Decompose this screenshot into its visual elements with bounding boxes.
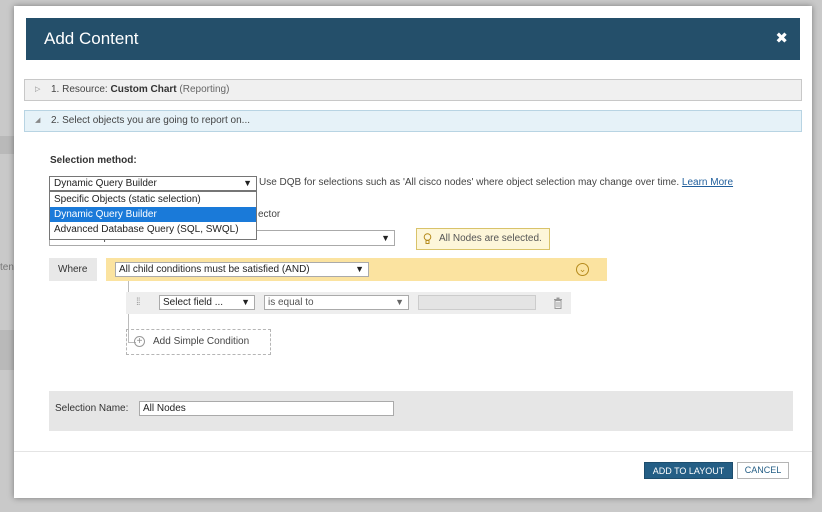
add-simple-condition-button[interactable]: + Add Simple Condition (126, 329, 271, 355)
where-label: Where (49, 258, 97, 281)
background-strip (0, 136, 14, 154)
condition-value-input[interactable] (418, 295, 536, 310)
chevron-down-icon[interactable]: ⌄ (576, 263, 589, 276)
step-select-objects-label: 2. Select objects you are going to repor… (51, 115, 251, 126)
selection-method-dropdown: Specific Objects (static selection) Dyna… (49, 191, 257, 240)
operator-value: is equal to (268, 297, 314, 308)
dropdown-caret-icon: ▼ (241, 297, 250, 307)
background-partial-text: ten (0, 262, 14, 273)
selection-name-input[interactable]: All Nodes (139, 401, 394, 416)
step-resource-label: 1. Resource: Custom Chart (Reporting) (51, 84, 230, 95)
obscured-text: ector (258, 209, 281, 220)
dropdown-caret-icon: ▼ (381, 233, 390, 243)
close-icon[interactable]: ✖ (775, 29, 788, 47)
plus-icon: + (134, 336, 145, 347)
selection-method-label: Selection method: (50, 155, 137, 166)
option-specific-objects[interactable]: Specific Objects (static selection) (50, 192, 256, 207)
selection-name-row: Selection Name: All Nodes (49, 391, 793, 431)
resource-name: Custom Chart (110, 84, 177, 95)
condition-row: ⁞⁞ Select field ... ▼ is equal to ▼ (126, 292, 571, 314)
where-group: Where All child conditions must be satis… (49, 258, 609, 281)
learn-more-link[interactable]: Learn More (682, 177, 733, 188)
expand-arrow-icon: ▷ (35, 86, 41, 93)
condition-group-bar: All child conditions must be satisfied (… (106, 258, 607, 281)
add-simple-condition-label: Add Simple Condition (153, 336, 250, 347)
condition-mode-select[interactable]: All child conditions must be satisfied (… (115, 262, 369, 277)
lightbulb-icon (423, 233, 432, 244)
step-select-objects[interactable]: ◢ 2. Select objects you are going to rep… (24, 110, 802, 132)
selection-name-label: Selection Name: (55, 403, 129, 414)
field-select[interactable]: Select field ... ▼ (159, 295, 255, 310)
add-content-dialog: Add Content ✖ ▷ 1. Resource: Custom Char… (14, 6, 812, 498)
dialog-header: Add Content ✖ (26, 18, 800, 60)
dropdown-caret-icon: ▼ (395, 297, 404, 307)
step-resource[interactable]: ▷ 1. Resource: Custom Chart (Reporting) (24, 79, 802, 101)
cancel-button[interactable]: CANCEL (737, 462, 789, 479)
field-select-value: Select field ... (163, 297, 224, 308)
operator-select[interactable]: is equal to ▼ (264, 295, 409, 310)
collapse-arrow-icon: ◢ (35, 117, 41, 124)
option-advanced-database-query[interactable]: Advanced Database Query (SQL, SWQL) (50, 222, 256, 237)
dropdown-caret-icon: ▼ (243, 178, 252, 188)
selection-method-select[interactable]: Dynamic Query Builder ▼ (49, 176, 257, 191)
selection-note: All Nodes are selected. (416, 228, 550, 250)
condition-mode-value: All child conditions must be satisfied (… (119, 264, 310, 275)
add-to-layout-button[interactable]: ADD TO LAYOUT (644, 462, 733, 479)
drag-handle-icon[interactable]: ⁞⁞ (136, 297, 140, 308)
selection-method-value: Dynamic Query Builder (54, 178, 157, 189)
option-dynamic-query-builder[interactable]: Dynamic Query Builder (50, 207, 256, 222)
selection-method-hint: Use DQB for selections such as 'All cisc… (259, 177, 734, 188)
selection-note-text: All Nodes are selected. (439, 233, 542, 244)
dropdown-caret-icon: ▼ (355, 264, 364, 274)
dialog-title: Add Content (44, 29, 139, 48)
background-strip (0, 330, 14, 370)
footer-divider (14, 451, 812, 452)
trash-icon[interactable] (553, 297, 563, 309)
